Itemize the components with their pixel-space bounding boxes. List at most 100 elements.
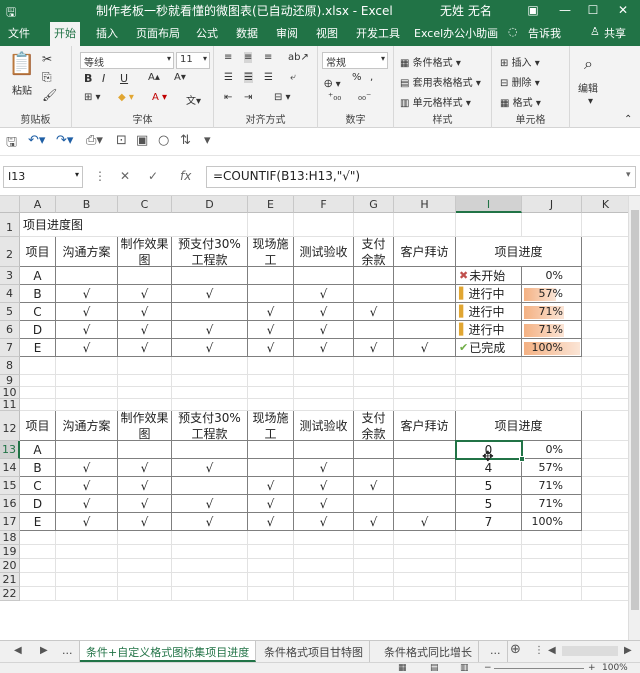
- grid-cell[interactable]: [456, 213, 522, 237]
- align-left-icon[interactable]: ☰: [224, 72, 233, 83]
- grid-cell[interactable]: [118, 587, 172, 601]
- grid-cell[interactable]: [20, 573, 56, 587]
- grid-cell[interactable]: [56, 375, 118, 387]
- grid-cell[interactable]: [522, 387, 582, 399]
- check-cell[interactable]: √: [394, 513, 456, 531]
- merge-center-icon[interactable]: ⊟ ▾: [274, 92, 291, 103]
- tab-home[interactable]: 开始: [50, 22, 80, 46]
- save-icon[interactable]: 🖫: [6, 133, 17, 155]
- grid-cell[interactable]: [522, 399, 582, 411]
- row-header-1[interactable]: 1: [0, 213, 20, 237]
- count-cell[interactable]: 5: [456, 477, 522, 495]
- row-header-19[interactable]: 19: [0, 545, 20, 559]
- row-header-13[interactable]: 13: [0, 441, 20, 459]
- zoom-in-icon[interactable]: +: [588, 663, 596, 673]
- circle-icon[interactable]: ○: [158, 133, 169, 148]
- check-cell[interactable]: √: [118, 339, 172, 357]
- grid-cell[interactable]: [56, 387, 118, 399]
- progress-cell[interactable]: 100%: [522, 339, 582, 357]
- check-cell[interactable]: √: [56, 495, 118, 513]
- grid-cell[interactable]: [20, 375, 56, 387]
- grid-cell[interactable]: [394, 559, 456, 573]
- grid-cell[interactable]: [56, 587, 118, 601]
- table-header-cell[interactable]: 支付余款: [354, 411, 394, 441]
- row-header-11[interactable]: 11: [0, 399, 20, 411]
- grid-cell[interactable]: [294, 387, 354, 399]
- grid-cell[interactable]: [456, 587, 522, 601]
- check-cell[interactable]: √: [56, 459, 118, 477]
- grid-cell[interactable]: [354, 559, 394, 573]
- collapse-ribbon-icon[interactable]: ⌃: [624, 114, 632, 125]
- print-preview-icon[interactable]: ⎙▾: [86, 133, 103, 148]
- check-cell[interactable]: √: [118, 321, 172, 339]
- check-cell[interactable]: √: [248, 477, 294, 495]
- column-header-C[interactable]: C: [118, 196, 172, 213]
- undo-icon[interactable]: ↶▾: [28, 133, 45, 148]
- progress-cell[interactable]: 0%: [522, 267, 582, 285]
- column-header-H[interactable]: H: [394, 196, 456, 213]
- column-header-A[interactable]: A: [20, 196, 56, 213]
- grid-cell[interactable]: [354, 573, 394, 587]
- sheet-title[interactable]: 项目进度图: [20, 213, 172, 237]
- grid-cell[interactable]: [248, 387, 294, 399]
- column-header-D[interactable]: D: [172, 196, 248, 213]
- grid-cell[interactable]: [20, 399, 56, 411]
- table-header-cell[interactable]: 项目进度: [456, 411, 582, 441]
- check-cell[interactable]: √: [394, 339, 456, 357]
- delete-cells-button[interactable]: ⊟ 删除 ▾: [500, 74, 540, 89]
- tab-developer[interactable]: 开发工具: [356, 25, 400, 41]
- conditional-format-button[interactable]: ▦ 条件格式 ▾: [400, 54, 461, 69]
- grid-cell[interactable]: [172, 573, 248, 587]
- tab-tell-me[interactable]: 告诉我: [528, 25, 561, 41]
- grid-cell[interactable]: [582, 477, 628, 495]
- grid-cell[interactable]: [354, 375, 394, 387]
- table-header-cell[interactable]: 预支付30%工程款: [172, 411, 248, 441]
- grid-cell[interactable]: [582, 459, 628, 477]
- increase-indent-icon[interactable]: ⇥: [244, 92, 252, 103]
- grid-cell[interactable]: [172, 545, 248, 559]
- check-cell[interactable]: √: [294, 303, 354, 321]
- check-cell[interactable]: [248, 267, 294, 285]
- grid-cell[interactable]: [294, 357, 354, 375]
- item-cell[interactable]: C: [20, 477, 56, 495]
- progress-cell[interactable]: 71%: [522, 321, 582, 339]
- grid-cell[interactable]: [582, 573, 628, 587]
- share-icon[interactable]: ♙: [590, 25, 600, 38]
- check-cell[interactable]: √: [172, 339, 248, 357]
- grid-cell[interactable]: [522, 545, 582, 559]
- table-header-cell[interactable]: 项目: [20, 411, 56, 441]
- percent-cell[interactable]: 0%: [522, 441, 582, 459]
- orientation-icon[interactable]: ab↗: [288, 52, 309, 63]
- check-cell[interactable]: √: [172, 285, 248, 303]
- check-cell[interactable]: [354, 459, 394, 477]
- check-cell[interactable]: √: [248, 321, 294, 339]
- item-cell[interactable]: A: [20, 441, 56, 459]
- grid-cell[interactable]: [394, 545, 456, 559]
- grid-cell[interactable]: [118, 399, 172, 411]
- column-header-K[interactable]: K: [582, 196, 628, 213]
- tab-view[interactable]: 视图: [316, 25, 338, 41]
- check-cell[interactable]: [394, 477, 456, 495]
- progress-cell[interactable]: 57%: [522, 285, 582, 303]
- check-cell[interactable]: [394, 267, 456, 285]
- insert-cells-button[interactable]: ⊞ 插入 ▾: [500, 54, 540, 69]
- sheet-tab-more-left[interactable]: ...: [56, 641, 80, 662]
- fill-color-icon[interactable]: ◆ ▾: [118, 92, 134, 103]
- expand-formula-icon[interactable]: ▾: [626, 170, 631, 180]
- check-cell[interactable]: [354, 441, 394, 459]
- check-cell[interactable]: [118, 267, 172, 285]
- grid-cell[interactable]: [582, 213, 628, 237]
- table-header-cell[interactable]: 客户拜访: [394, 411, 456, 441]
- align-bottom-icon[interactable]: ≡: [264, 52, 272, 63]
- check-cell[interactable]: √: [354, 477, 394, 495]
- check-cell[interactable]: √: [294, 459, 354, 477]
- grid-cell[interactable]: [394, 213, 456, 237]
- font-size-select[interactable]: 11 ▾: [176, 52, 210, 69]
- user-name[interactable]: 无姓 无名: [440, 2, 492, 19]
- close-icon[interactable]: ✕: [610, 0, 636, 20]
- item-cell[interactable]: E: [20, 339, 56, 357]
- check-cell[interactable]: [172, 267, 248, 285]
- select-all-corner[interactable]: [0, 196, 20, 213]
- grid-cell[interactable]: [582, 587, 628, 601]
- column-header-E[interactable]: E: [248, 196, 294, 213]
